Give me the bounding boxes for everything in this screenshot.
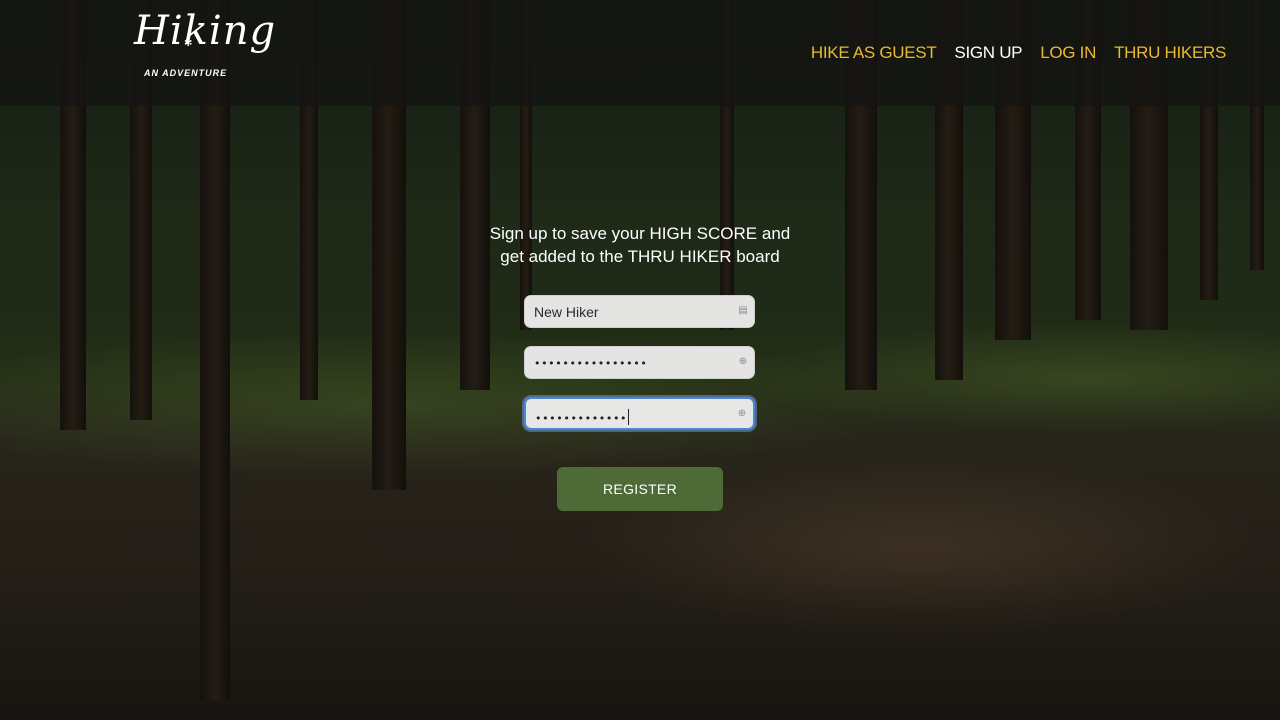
nav-thru-hikers[interactable]: THRU HIKERS [1114, 43, 1226, 63]
site-header: Hiking ✻ AN ADVENTURE HIKE AS GUEST SIGN… [0, 0, 1280, 106]
confirm-password-mask: ••••••••••••• [535, 412, 628, 425]
headline-line-2: get added to the THRU HIKER board [500, 247, 780, 266]
logo-subtext: AN ADVENTURE [144, 68, 228, 78]
text-caret [628, 409, 630, 425]
main-nav: HIKE AS GUEST SIGN UP LOG IN THRU HIKERS [811, 43, 1226, 63]
password-mask[interactable]: •••••••••••••••• [534, 357, 647, 370]
confirm-password-field[interactable]: ••••••••••••• ⊕ [524, 397, 755, 430]
key-icon[interactable]: ⊕ [737, 356, 749, 368]
key-icon[interactable]: ⊕ [736, 408, 748, 420]
contact-card-icon[interactable]: ▤ [737, 305, 749, 317]
password-field[interactable]: •••••••••••••••• ⊕ [524, 346, 755, 379]
nav-log-in[interactable]: LOG IN [1040, 43, 1096, 63]
confirm-password-input[interactable]: ••••••••••••• [535, 409, 630, 425]
username-field[interactable]: ▤ [524, 295, 755, 328]
flower-icon: ✻ [184, 38, 193, 49]
register-button[interactable]: REGISTER [557, 467, 723, 511]
headline-line-1: Sign up to save your HIGH SCORE and [489, 224, 791, 243]
nav-sign-up[interactable]: SIGN UP [954, 43, 1022, 63]
signup-headline: Sign up to save your HIGH SCORE and get … [440, 222, 840, 268]
nav-hike-as-guest[interactable]: HIKE AS GUEST [811, 43, 937, 63]
username-input[interactable] [525, 296, 734, 327]
logo-script-text: Hiking [134, 8, 277, 54]
hiking-logo[interactable]: Hiking ✻ AN ADVENTURE [132, 8, 275, 96]
